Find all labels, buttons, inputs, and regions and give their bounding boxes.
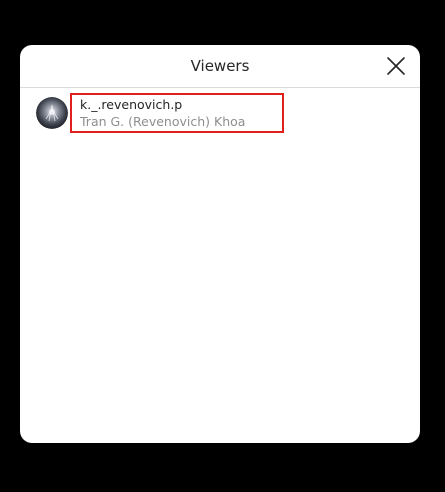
dialog-header: Viewers: [20, 45, 420, 88]
dialog-title: Viewers: [190, 57, 250, 75]
viewer-row[interactable]: k._.revenovich.p Tran G. (Revenovich) Kh…: [20, 88, 420, 138]
close-icon: [387, 57, 405, 75]
close-button[interactable]: [386, 56, 406, 76]
highlight-box: [70, 93, 284, 133]
viewer-list: k._.revenovich.p Tran G. (Revenovich) Kh…: [20, 88, 420, 138]
avatar[interactable]: [36, 97, 68, 129]
viewers-dialog: Viewers k._.revenovich.p Tran G. (Reveno…: [20, 45, 420, 443]
